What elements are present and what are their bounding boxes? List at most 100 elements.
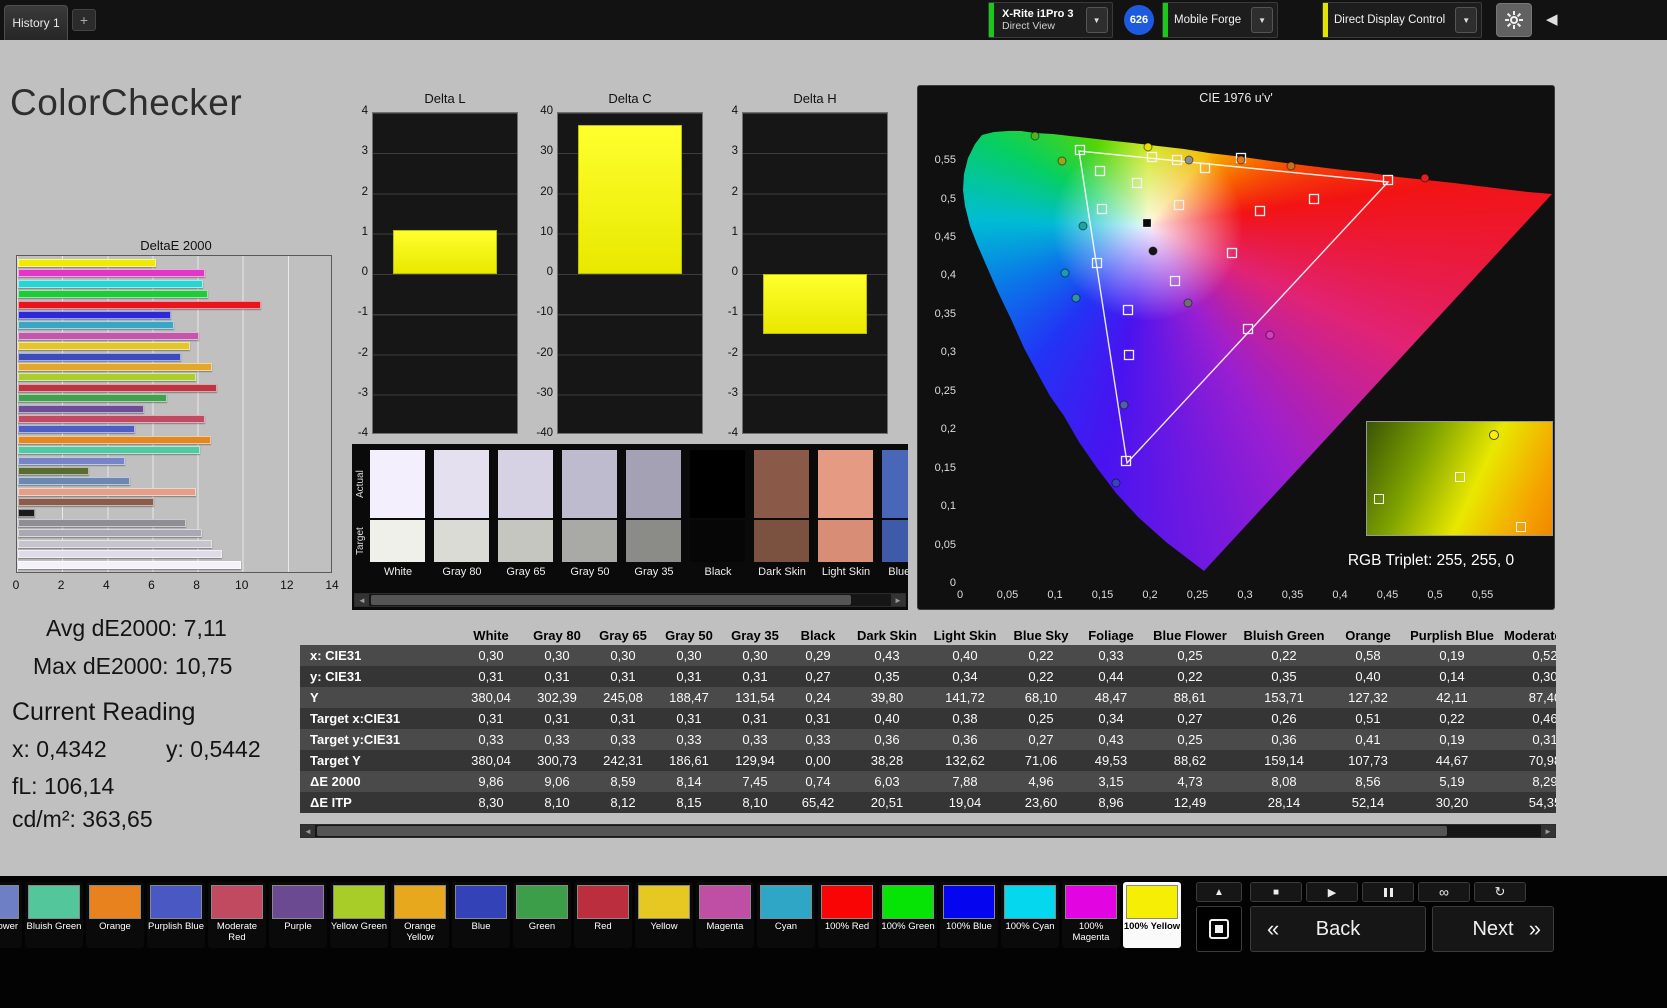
table-row-target-y-cie31: Target y:CIE31 0,33 0,33 0,33 0,33 0,33 0,33 0,… <box>300 729 1556 750</box>
table-cell: 0,34 <box>952 669 978 684</box>
swatch-target <box>562 520 617 562</box>
display-control-selector[interactable]: Direct Display Control ▼ <box>1322 2 1483 38</box>
swatch-scrollbar-thumb[interactable] <box>371 595 851 605</box>
scroll-left-icon[interactable]: ◄ <box>355 594 369 606</box>
table-cell: 28,14 <box>1267 795 1301 810</box>
deltae-bar-cyan <box>18 321 174 330</box>
sample-button-yellow[interactable]: Yellow <box>635 882 693 948</box>
deltae-bar-foliage <box>18 467 90 475</box>
table-cell: 129,94 <box>735 753 775 768</box>
swatch-actual <box>882 450 908 518</box>
top-bar: History 1 + X-Rite i1Pro 3 Direct View ▼… <box>0 0 1667 40</box>
sample-button-100-red[interactable]: 100% Red <box>818 882 876 948</box>
mini-axis-tick: -3 <box>727 386 738 399</box>
sample-button-blue[interactable]: Blue <box>452 882 510 948</box>
sample-swatch <box>577 885 629 919</box>
mini-axis-tick: 4 <box>361 105 368 117</box>
mini-axis-tick: -3 <box>357 386 368 399</box>
column-header-blue-flower: Blue Flower <box>1153 628 1227 643</box>
row-label: Target Y <box>310 753 361 768</box>
mini-axis-tick: -1 <box>727 306 738 319</box>
delta-c-title: Delta C <box>608 91 652 106</box>
add-tab-button[interactable]: + <box>72 9 96 31</box>
sample-button-100-yellow[interactable]: 100% Yellow <box>1123 882 1181 948</box>
sample-button-100-magenta[interactable]: 100% Magenta <box>1062 882 1120 948</box>
refresh-button[interactable]: ↻ <box>1474 882 1526 902</box>
current-reading-y: y: 0,5442 <box>166 736 261 762</box>
scroll-right-icon[interactable]: ► <box>891 594 905 606</box>
table-cell: 0,43 <box>1098 732 1124 747</box>
table-cell: 8,56 <box>1355 774 1381 789</box>
sample-button-moderate-red[interactable]: Moderate Red <box>208 882 266 948</box>
next-button[interactable]: Next » <box>1432 906 1554 952</box>
table-cell: 4,96 <box>1028 774 1054 789</box>
display-window-button[interactable] <box>1196 906 1242 952</box>
meter-chevron-down-icon[interactable]: ▼ <box>1085 7 1108 33</box>
table-scroll-right-icon[interactable]: ► <box>1541 825 1555 837</box>
sample-button-red[interactable]: Red <box>574 882 632 948</box>
deltae-bar-100-red <box>18 300 261 309</box>
deltae-bar-bluish-green <box>18 446 201 455</box>
sample-button-100-green[interactable]: 100% Green <box>879 882 937 948</box>
delta-c-chart: Delta C 40 30 20 10 0 -10 -20 -30 -40 <box>525 88 715 458</box>
max-de2000-stat: Max dE2000: 10,75 <box>33 653 233 679</box>
swatch-name: Dark Skin <box>758 566 806 578</box>
sample-button-yellow-green[interactable]: Yellow Green <box>330 882 388 948</box>
measured-point <box>1148 246 1158 256</box>
pause-button[interactable] <box>1362 882 1414 902</box>
next-label: Next <box>1472 917 1514 940</box>
table-cell: 0,22 <box>1028 669 1054 684</box>
nav-up-button[interactable]: ▲ <box>1196 882 1242 902</box>
cie-x-tick: 0,1 <box>1047 589 1063 601</box>
target-point <box>1199 162 1211 174</box>
measured-point <box>1119 400 1129 410</box>
sample-button-cyan[interactable]: Cyan <box>757 882 815 948</box>
table-cell: 0,30 <box>478 648 504 663</box>
table-cell: 0,22 <box>1271 648 1297 663</box>
play-button[interactable]: ▶ <box>1306 882 1358 902</box>
deltae-bar-100-green <box>18 290 208 299</box>
sample-button-blue-flower[interactable]: Blue Flower <box>0 882 22 948</box>
display-control-chevron-down-icon[interactable]: ▼ <box>1455 7 1478 33</box>
swatch-strip-scrollbar[interactable]: ◄ ► <box>354 593 906 607</box>
sample-button-purple[interactable]: Purple <box>269 882 327 948</box>
table-cell: 49,53 <box>1094 753 1128 768</box>
table-scrollbar[interactable]: ◄ ► <box>300 824 1556 838</box>
measured-point <box>1265 330 1275 340</box>
settings-button[interactable] <box>1496 3 1532 37</box>
sample-button-orange-yellow[interactable]: Orange Yellow <box>391 882 449 948</box>
collapse-panel-icon[interactable]: ◀ <box>1546 10 1558 28</box>
delta-h-bar <box>763 274 867 335</box>
stop-button[interactable]: ■ <box>1250 882 1302 902</box>
sample-button-bluish-green[interactable]: Bluish Green <box>25 882 83 948</box>
sample-button-100-cyan[interactable]: 100% Cyan <box>1001 882 1059 948</box>
screen-icon <box>1209 919 1229 939</box>
continuous-measure-button[interactable]: ∞ <box>1418 882 1470 902</box>
table-scrollbar-thumb[interactable] <box>317 826 1447 836</box>
sample-button-purplish-blue[interactable]: Purplish Blue <box>147 882 205 948</box>
sample-button-green[interactable]: Green <box>513 882 571 948</box>
table-cell: 65,42 <box>801 795 835 810</box>
table-cell: 0,31 <box>742 669 768 684</box>
sample-button-magenta[interactable]: Magenta <box>696 882 754 948</box>
cie-x-tick: 0,35 <box>1281 589 1304 601</box>
mini-axis-tick: 1 <box>361 225 368 238</box>
tab-history-1[interactable]: History 1 <box>4 5 68 40</box>
cie-x-tick: 0,15 <box>1091 589 1114 601</box>
sample-button-orange[interactable]: Orange <box>86 882 144 948</box>
mini-axis-tick: 3 <box>731 145 738 158</box>
column-header-orange: Orange <box>1345 628 1391 643</box>
table-scroll-left-icon[interactable]: ◄ <box>301 825 315 837</box>
table-cell: 0,33 <box>610 732 636 747</box>
column-header-gray-65: Gray 65 <box>599 628 647 643</box>
meter-selector[interactable]: X-Rite i1Pro 3 Direct View ▼ <box>988 2 1113 38</box>
table-cell: 0,46 <box>1532 711 1556 726</box>
back-button[interactable]: « Back <box>1250 906 1426 952</box>
deltae2000-x-axis: 0 2 4 6 8 10 12 14 <box>13 578 339 594</box>
source-chevron-down-icon[interactable]: ▼ <box>1251 7 1274 33</box>
delta-l-chart: Delta L 4 3 2 1 0 -1 -2 -3 -4 <box>340 88 530 458</box>
source-selector[interactable]: Mobile Forge ▼ <box>1162 2 1279 38</box>
cie-x-tick: 0,05 <box>996 589 1019 601</box>
swatch-actual <box>754 450 809 518</box>
sample-button-100-blue[interactable]: 100% Blue <box>940 882 998 948</box>
